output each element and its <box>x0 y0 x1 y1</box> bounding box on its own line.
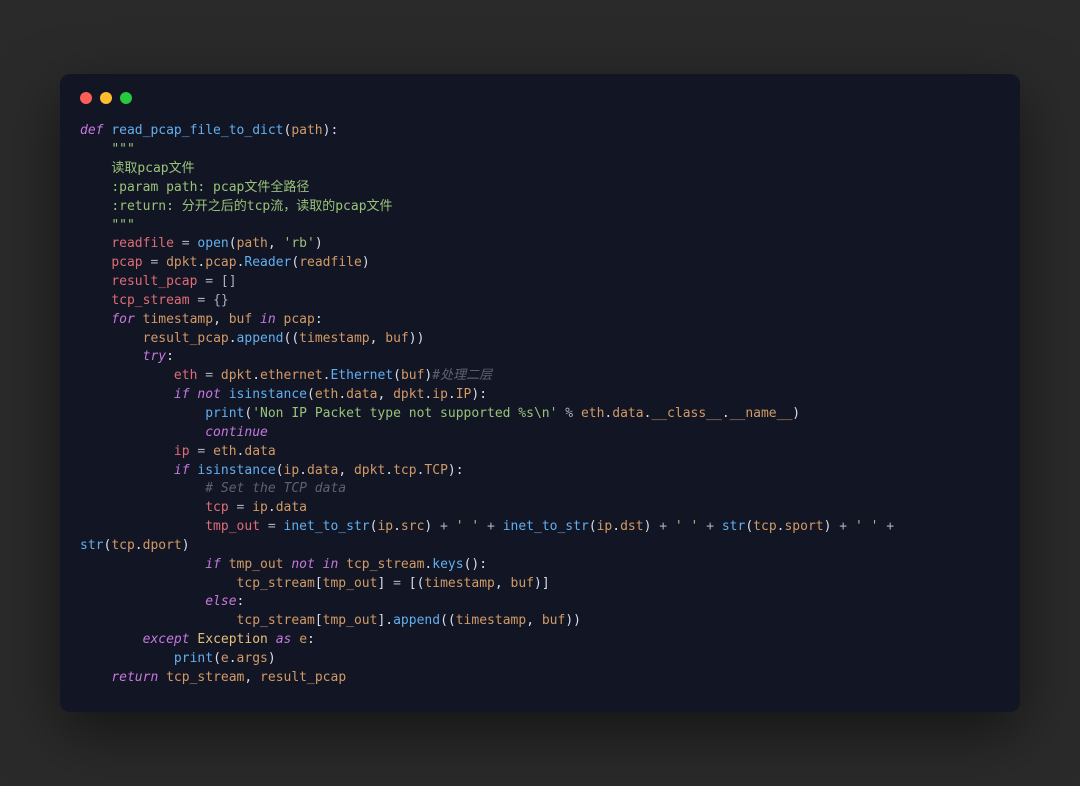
comment: #处理二层 <box>432 368 492 383</box>
function-name: read_pcap_file_to_dict <box>111 123 283 138</box>
close-icon[interactable] <box>80 92 92 104</box>
keyword-for: for <box>111 312 134 327</box>
keyword-else: else <box>205 594 236 609</box>
var-readfile: readfile <box>111 236 174 251</box>
maximize-icon[interactable] <box>120 92 132 104</box>
keyword-def: def <box>80 123 103 138</box>
comment: # Set the TCP data <box>205 481 346 496</box>
call-open: open <box>197 236 228 251</box>
docstring-line: 读取pcap文件 <box>111 161 194 176</box>
code-block: def read_pcap_file_to_dict(path): """ 读取… <box>80 122 1000 687</box>
code-window: def read_pcap_file_to_dict(path): """ 读取… <box>60 74 1020 711</box>
minimize-icon[interactable] <box>100 92 112 104</box>
docstring-open: """ <box>111 142 134 157</box>
keyword-return: return <box>111 670 158 685</box>
keyword-except: except <box>143 632 190 647</box>
docstring-close: """ <box>111 218 134 233</box>
var-result-pcap: result_pcap <box>111 274 197 289</box>
var-tcp-stream: tcp_stream <box>111 293 189 308</box>
docstring-line: :return: 分开之后的tcp流，读取的pcap文件 <box>111 199 392 214</box>
param-path: path <box>291 123 322 138</box>
docstring-line: :param path: pcap文件全路径 <box>111 180 309 195</box>
keyword-continue: continue <box>205 425 268 440</box>
call-print: print <box>205 406 244 421</box>
window-titlebar <box>80 92 1000 104</box>
keyword-try: try <box>143 349 166 364</box>
var-pcap: pcap <box>111 255 142 270</box>
